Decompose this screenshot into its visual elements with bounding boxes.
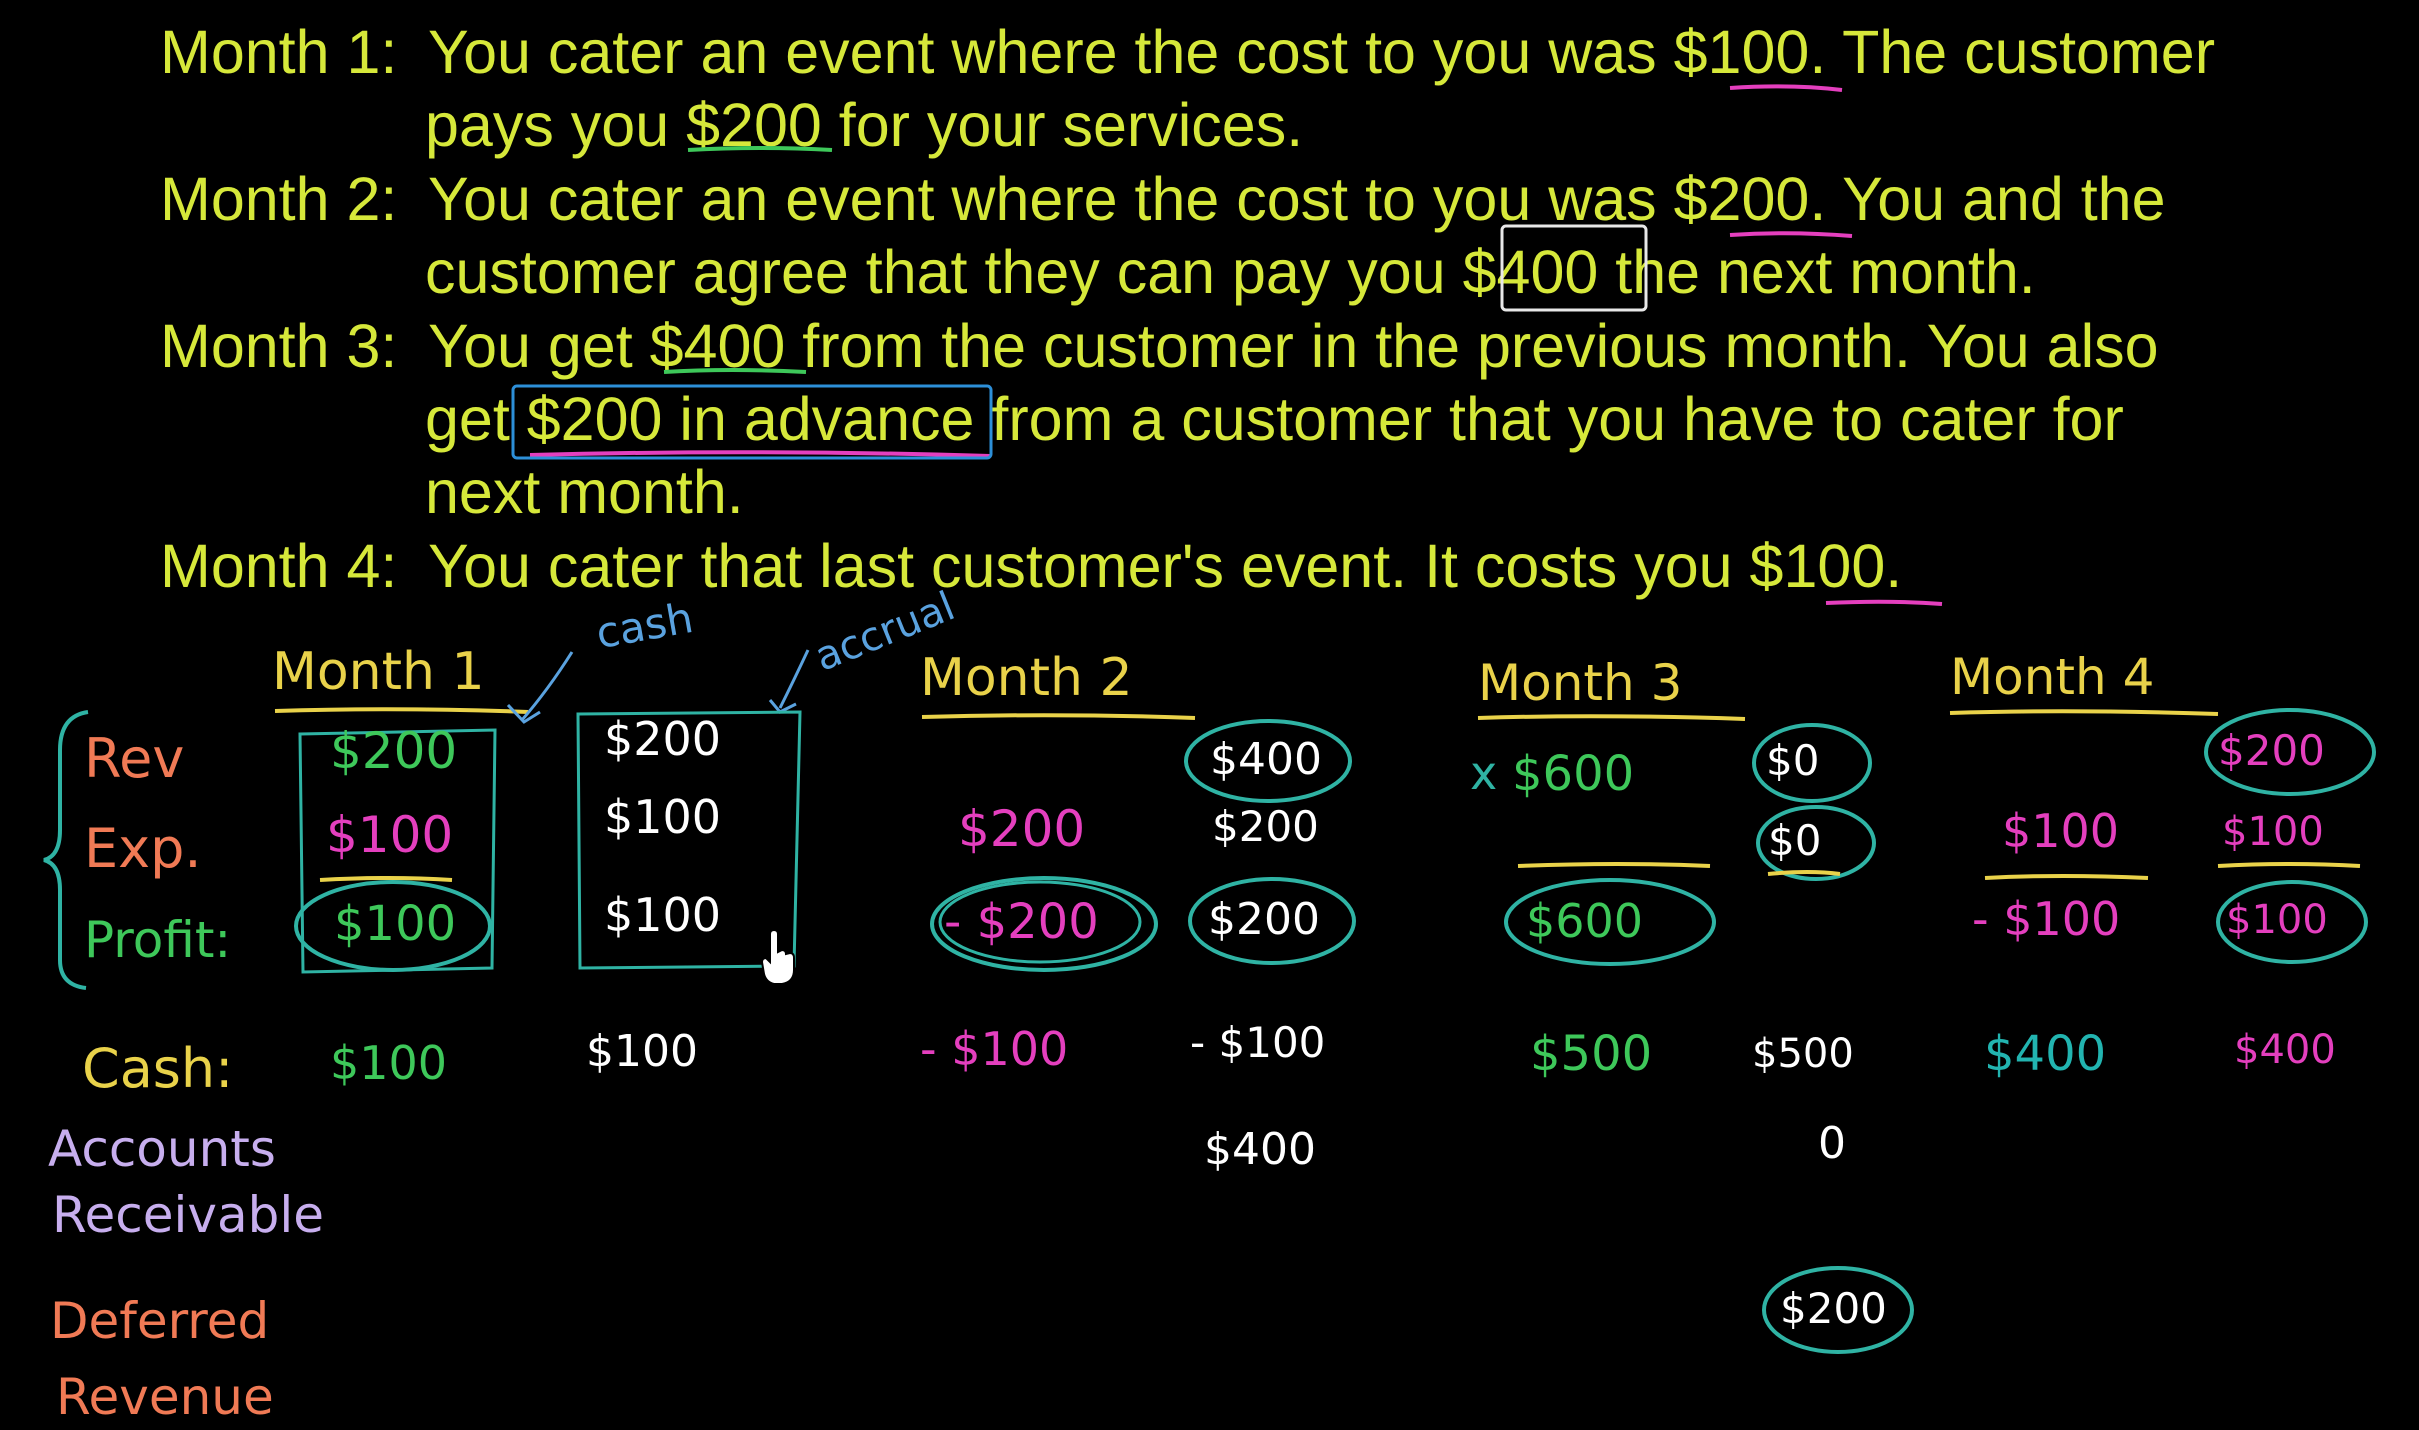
m3-accrual-exp: $0 — [1768, 816, 1822, 865]
cash-arrow — [520, 651, 574, 721]
month-1-line-2: pays you $200 for your services. — [425, 91, 1304, 159]
month-1-cash-sum-line — [319, 876, 453, 882]
m4-cash-exp: $100 — [2002, 804, 2120, 858]
accounts-receivable-label-2: Receivable — [52, 1186, 325, 1244]
month-3-line-3: next month. — [425, 458, 744, 526]
deferred-revenue-label-2: Revenue — [56, 1368, 274, 1426]
m4-accrual-exp: $100 — [2222, 809, 2324, 855]
exp-label: Exp. — [84, 817, 202, 880]
month-3-header-underline — [1477, 714, 1746, 721]
month-2-label: Month 2: — [160, 165, 398, 233]
month-4-cash-exp-line — [1984, 874, 2149, 880]
m2-accrual-exp: $200 — [1212, 802, 1319, 851]
m4-cash-cash: $400 — [1984, 1026, 2107, 1082]
cash-method-label: cash — [592, 592, 697, 659]
month-3-label: Month 3: — [160, 312, 398, 380]
rev-label: Rev — [84, 727, 185, 790]
month-4-label: Month 4: — [160, 532, 398, 600]
deferred-revenue-label-1: Deferred — [50, 1292, 270, 1350]
month-3-accrual-exp-line — [1767, 870, 1841, 876]
m1-cash-exp: $100 — [326, 806, 454, 864]
m2-accrual-profit: $200 — [1208, 894, 1320, 945]
month-4-header: Month 4 — [1950, 648, 2155, 706]
cash-arrow-head — [506, 703, 541, 724]
m2-cash-profit: - $200 — [944, 894, 1099, 950]
underline-100-month1 — [1729, 84, 1843, 92]
month-3-header: Month 3 — [1478, 654, 1683, 712]
m3-cash-rev-mark: x — [1470, 746, 1498, 800]
m3-accrual-rev: $0 — [1766, 736, 1820, 785]
m2-cash-exp: $200 — [958, 800, 1086, 858]
m4-accrual-cash: $400 — [2234, 1027, 2336, 1073]
month-3-cash-exp-line — [1517, 862, 1711, 868]
profit-label: Profit: — [84, 911, 232, 969]
month-2-line-1: You cater an event where the cost to you… — [428, 165, 2166, 233]
m3-cash-rev: $600 — [1512, 746, 1635, 802]
m3-cash-cash: $500 — [1530, 1026, 1653, 1082]
month-3-line-2: get $200 in advance from a customer that… — [425, 385, 2124, 453]
month-2-line-2: customer agree that they can pay you $40… — [425, 238, 2036, 306]
m4-cash-profit: - $100 — [1972, 892, 2121, 946]
m1-accrual-cash: $100 — [586, 1026, 698, 1077]
m3-accrual-cash: $500 — [1752, 1031, 1854, 1077]
m1-accrual-exp: $100 — [604, 790, 722, 844]
m4-accrual-rev: $200 — [2218, 726, 2325, 775]
m1-cash-profit: $100 — [334, 896, 457, 952]
underline-100-month4 — [1825, 599, 1943, 606]
m2-accrual-ar: $400 — [1204, 1124, 1316, 1175]
m3-accrual-ar: 0 — [1818, 1118, 1846, 1169]
month-1-label: Month 1: — [160, 18, 398, 86]
m1-cash-cash: $100 — [330, 1036, 448, 1090]
m4-accrual-profit: $100 — [2226, 897, 2328, 943]
accrual-arrow-head — [768, 699, 797, 714]
m1-cash-rev: $200 — [330, 722, 458, 780]
m1-accrual-rev: $200 — [604, 712, 722, 766]
month-4-line-1: You cater that last customer's event. It… — [428, 532, 1903, 600]
accounts-receivable-label-1: Accounts — [48, 1120, 276, 1178]
month-2-header-underline — [921, 713, 1196, 720]
month-3-line-1: You get $400 from the customer in the pr… — [428, 312, 2159, 380]
m2-accrual-rev: $400 — [1210, 734, 1322, 785]
accrual-arrow — [778, 649, 810, 709]
month-2-header: Month 2 — [920, 648, 1133, 708]
m1-accrual-profit: $100 — [604, 888, 722, 942]
month-4-accrual-exp-line — [2217, 862, 2361, 868]
m3-accrual-deferred-revenue: $200 — [1780, 1284, 1887, 1333]
underline-200-month2 — [1729, 231, 1853, 238]
month-1-header-underline — [274, 707, 529, 714]
left-brace — [43, 710, 89, 990]
m3-cash-profit: $600 — [1526, 894, 1644, 948]
m2-cash-cash: - $100 — [920, 1022, 1069, 1076]
m2-accrual-cash: - $100 — [1190, 1018, 1326, 1067]
month-1-header: Month 1 — [272, 642, 485, 702]
month-4-header-underline — [1949, 709, 2219, 716]
hand-cursor-icon — [760, 930, 795, 985]
month-1-line-1: You cater an event where the cost to you… — [428, 18, 2216, 86]
cash-row-label: Cash: — [82, 1037, 234, 1100]
